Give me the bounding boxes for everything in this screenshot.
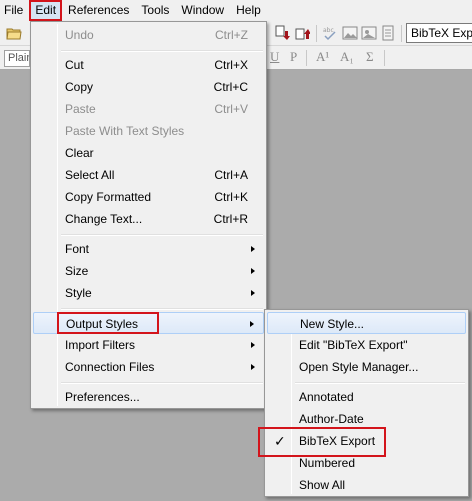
edit-menu: Undo Ctrl+Z Cut Ctrl+X Copy Ctrl+C Paste… [30, 21, 267, 409]
text-style-select[interactable]: Plain [4, 50, 30, 67]
submenu-arrow-icon [251, 364, 255, 370]
menu-item-label: Preferences... [65, 390, 140, 404]
menu-item-style-numbered[interactable]: Numbered [267, 452, 466, 474]
menu-item-label: Author-Date [299, 412, 364, 426]
spell-check-icon[interactable]: abc [322, 25, 338, 41]
output-style-select[interactable]: BibTeX Export [406, 23, 472, 43]
menu-item-label: Copy [65, 80, 94, 94]
submenu-arrow-icon [251, 268, 255, 274]
shortcut-label: Ctrl+C [213, 80, 248, 94]
menu-item-label: Numbered [299, 456, 356, 470]
menu-item-cut[interactable]: Cut Ctrl+X [33, 54, 264, 76]
subscript-button[interactable]: A₁ [340, 49, 354, 65]
menu-edit[interactable]: Edit [29, 0, 63, 21]
menu-bar: File Edit References Tools Window Help [0, 0, 472, 21]
insert-citation-icon[interactable] [274, 25, 290, 41]
menu-item-label: Clear [65, 146, 94, 160]
toolbar-separator [316, 25, 317, 42]
menu-tools[interactable]: Tools [135, 0, 175, 21]
submenu-arrow-icon [251, 246, 255, 252]
menu-item-select-all[interactable]: Select All Ctrl+A [33, 164, 264, 186]
menu-item-label: Copy Formatted [65, 190, 152, 204]
menu-item-style-annotated[interactable]: Annotated [267, 386, 466, 408]
menu-item-label: Import Filters [65, 338, 136, 352]
shortcut-label: Ctrl+K [214, 190, 248, 204]
shortcut-label: Ctrl+Z [215, 28, 248, 42]
menu-item-label: Show All [299, 478, 346, 492]
menu-item-label: Change Text... [65, 212, 143, 226]
menu-item-label: Paste [65, 102, 96, 116]
menu-separator [61, 308, 263, 310]
menu-item-label: Font [65, 242, 90, 256]
menu-item-size[interactable]: Size [33, 260, 264, 282]
menu-item-style[interactable]: Style [33, 282, 264, 304]
symbol-button[interactable]: Σ [366, 49, 374, 65]
menu-item-connection-files[interactable]: Connection Files [33, 356, 264, 378]
menu-file[interactable]: File [0, 0, 29, 21]
menu-item-copy-formatted[interactable]: Copy Formatted Ctrl+K [33, 186, 264, 208]
menu-separator [61, 382, 263, 384]
menu-item-copy[interactable]: Copy Ctrl+C [33, 76, 264, 98]
plain-button[interactable]: P [290, 49, 297, 65]
menu-window[interactable]: Window [175, 0, 230, 21]
menu-item-label: Annotated [299, 390, 354, 404]
toolbar-separator [384, 50, 385, 66]
menu-item-label: Select All [65, 168, 115, 182]
menu-item-font[interactable]: Font [33, 238, 264, 260]
menu-item-paste-with-text-styles[interactable]: Paste With Text Styles [33, 120, 264, 142]
svg-text:abc: abc [323, 27, 334, 34]
menu-item-edit-style[interactable]: Edit "BibTeX Export" [267, 334, 466, 356]
submenu-arrow-icon [250, 321, 254, 327]
menu-item-clear[interactable]: Clear [33, 142, 264, 164]
insert-object-icon[interactable] [361, 25, 377, 41]
superscript-button[interactable]: A¹ [316, 49, 329, 65]
open-folder-icon[interactable] [6, 25, 22, 41]
insert-file-icon[interactable] [380, 25, 396, 41]
shortcut-label: Ctrl+X [214, 58, 248, 72]
menu-references[interactable]: References [62, 0, 135, 21]
submenu-arrow-icon [251, 290, 255, 296]
menu-item-label: New Style... [300, 317, 365, 331]
menu-item-label: Paste With Text Styles [65, 124, 185, 138]
output-styles-submenu: New Style... Edit "BibTeX Export" Open S… [264, 309, 469, 497]
menu-item-new-style[interactable]: New Style... [267, 312, 466, 334]
menu-item-label: Edit "BibTeX Export" [299, 338, 408, 352]
menu-item-label: Size [65, 264, 89, 278]
menu-item-label: Style [65, 286, 92, 300]
underline-button[interactable]: U [270, 49, 279, 65]
shortcut-label: Ctrl+A [214, 168, 248, 182]
menu-item-import-filters[interactable]: Import Filters [33, 334, 264, 356]
menu-item-paste[interactable]: Paste Ctrl+V [33, 98, 264, 120]
menu-separator [61, 50, 263, 52]
shortcut-label: Ctrl+V [214, 102, 248, 116]
menu-item-open-style-manager[interactable]: Open Style Manager... [267, 356, 466, 378]
menu-item-show-all[interactable]: Show All [267, 474, 466, 496]
menu-item-style-author-date[interactable]: Author-Date [267, 408, 466, 430]
toolbar-separator [306, 50, 307, 66]
go-to-library-icon[interactable] [294, 25, 310, 41]
menu-item-style-bibtex-export[interactable]: ✓ BibTeX Export [267, 430, 466, 452]
insert-picture-icon[interactable] [342, 25, 358, 41]
menu-item-label: Open Style Manager... [299, 360, 419, 374]
submenu-arrow-icon [251, 342, 255, 348]
menu-item-undo[interactable]: Undo Ctrl+Z [33, 24, 264, 46]
menu-separator [61, 234, 263, 236]
menu-item-label: Connection Files [65, 360, 155, 374]
menu-separator [295, 382, 465, 384]
menu-item-label: BibTeX Export [299, 434, 376, 448]
menu-item-change-text[interactable]: Change Text... Ctrl+R [33, 208, 264, 230]
menu-help[interactable]: Help [230, 0, 267, 21]
menu-item-preferences[interactable]: Preferences... [33, 386, 264, 408]
menu-item-label: Output Styles [66, 317, 139, 331]
menu-item-label: Undo [65, 28, 94, 42]
menu-item-label: Cut [65, 58, 84, 72]
toolbar-separator [401, 25, 402, 42]
checkmark-icon: ✓ [274, 433, 286, 449]
menu-item-output-styles[interactable]: Output Styles [33, 312, 264, 334]
shortcut-label: Ctrl+R [213, 212, 248, 226]
